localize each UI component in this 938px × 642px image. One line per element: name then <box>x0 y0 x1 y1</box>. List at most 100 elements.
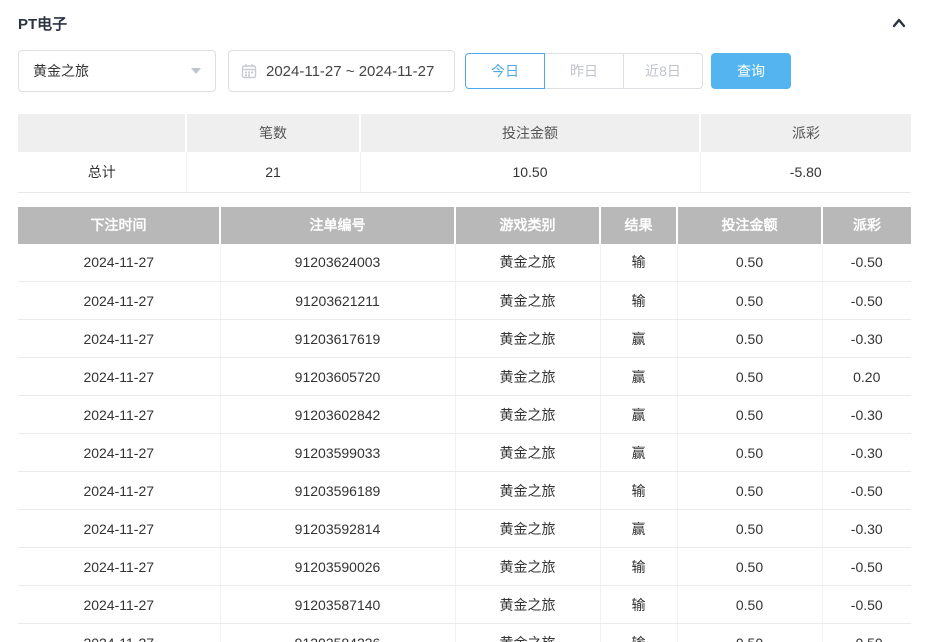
cell-result: 输 <box>600 585 678 624</box>
cell-bet: 0.50 <box>677 357 823 396</box>
quick-date-button-group: 今日 昨日 近8日 <box>465 53 703 89</box>
table-row: 2024-11-27 91203599033 黄金之旅赢 0.50 -0.30 <box>18 433 911 472</box>
cell-order-no: 91203624003 <box>220 243 456 282</box>
game-select[interactable]: 黄金之旅 <box>18 50 216 92</box>
quick-date-button[interactable]: 今日 <box>465 53 545 89</box>
summary-table: 笔数 投注金额 派彩 总计 21 10.50 -5.80 <box>18 114 911 193</box>
cell-bet: 0.50 <box>677 509 823 548</box>
cell-date: 2024-11-27 <box>18 243 221 282</box>
report-panel: PT电子 黄金之旅 2024-11-27 ~ 2024-11-27 今日 昨日 … <box>0 0 938 642</box>
chevron-down-icon <box>191 68 201 74</box>
date-range-value: 2024-11-27 ~ 2024-11-27 <box>266 62 435 80</box>
cell-game: 黄金之旅 <box>455 471 601 510</box>
quick-date-button[interactable]: 近8日 <box>623 53 703 89</box>
cell-payout: -0.50 <box>822 243 911 282</box>
cell-game: 黄金之旅 <box>455 319 601 358</box>
summary-column-header: 派彩 <box>700 114 911 152</box>
cell-date: 2024-11-27 <box>18 395 221 434</box>
cell-order-no: 91203605720 <box>220 357 456 396</box>
cell-result: 输 <box>600 281 678 320</box>
summary-header-row: 笔数 投注金额 派彩 <box>18 114 911 152</box>
cell-date: 2024-11-27 <box>18 319 221 358</box>
cell-bet: 0.50 <box>677 585 823 624</box>
cell-order-no: 91203587140 <box>220 585 456 624</box>
cell-payout: -0.50 <box>822 623 911 642</box>
table-row: 2024-11-2791203584236黄金之旅输0.50-0.50 <box>18 623 911 642</box>
table-row: 2024-11-27 91203621211 黄金之旅输 0.50 -0.50 <box>18 281 911 320</box>
panel-header: PT电子 <box>18 10 911 36</box>
cell-order-no: 91203592814 <box>220 509 456 548</box>
table-row: 2024-11-27 91203587140 黄金之旅输 0.50 -0.50 <box>18 585 911 624</box>
records-column-header: 结果 <box>600 206 678 244</box>
quick-date-button[interactable]: 昨日 <box>544 53 624 89</box>
cell-date: 2024-11-27 <box>18 509 221 548</box>
cell-game: 黄金之旅 <box>455 547 601 586</box>
summary-payout-value: -5.80 <box>700 152 911 193</box>
records-body: 2024-11-27 91203624003 黄金之旅输 0.50 -0.50 2024-… <box>18 243 911 642</box>
table-row: 2024-11-27 91203617619 黄金之旅赢 0.50 -0.30 <box>18 319 911 358</box>
cell-game: 黄金之旅 <box>455 509 601 548</box>
chevron-up-icon <box>892 18 906 28</box>
cell-result: 输 <box>600 623 678 642</box>
cell-game: 黄金之旅 <box>455 243 601 282</box>
filter-bar: 黄金之旅 2024-11-27 ~ 2024-11-27 今日 昨日 近8日 查… <box>18 50 911 92</box>
records-column-header: 派彩 <box>822 206 911 244</box>
summary-column-header: 投注金额 <box>360 114 701 152</box>
cell-order-no: 91203621211 <box>220 281 456 320</box>
cell-order-no: 91203590026 <box>220 547 456 586</box>
collapse-panel-button[interactable] <box>887 11 911 35</box>
calendar-icon <box>241 63 257 79</box>
cell-bet: 0.50 <box>677 243 823 282</box>
cell-game: 黄金之旅 <box>455 281 601 320</box>
cell-date: 2024-11-27 <box>18 623 221 642</box>
summary-total-row: 总计 21 10.50 -5.80 <box>18 152 911 193</box>
cell-payout: -0.50 <box>822 281 911 320</box>
records-header-row: 下注时间 注单编号 游戏类别 结果 投注金额 派彩 <box>18 206 911 244</box>
cell-payout: -0.50 <box>822 585 911 624</box>
cell-bet: 0.50 <box>677 433 823 472</box>
cell-order-no: 91203602842 <box>220 395 456 434</box>
cell-bet: 0.50 <box>677 471 823 510</box>
cell-order-no: 91203617619 <box>220 319 456 358</box>
cell-bet: 0.50 <box>677 281 823 320</box>
game-select-value: 黄金之旅 <box>33 63 89 79</box>
cell-date: 2024-11-27 <box>18 547 221 586</box>
cell-game: 黄金之旅 <box>455 433 601 472</box>
cell-result: 赢 <box>600 433 678 472</box>
cell-payout: 0.20 <box>822 357 911 396</box>
table-row: 2024-11-27 91203592814 黄金之旅赢 0.50 -0.30 <box>18 509 911 548</box>
table-row: 2024-11-27 91203624003 黄金之旅输 0.50 -0.50 <box>18 243 911 282</box>
records-column-header: 注单编号 <box>220 206 456 244</box>
cell-payout: -0.30 <box>822 319 911 358</box>
records-column-header: 游戏类别 <box>455 206 601 244</box>
page-title: PT电子 <box>18 15 68 33</box>
date-range-input[interactable]: 2024-11-27 ~ 2024-11-27 <box>228 50 455 92</box>
cell-result: 赢 <box>600 509 678 548</box>
cell-bet: 0.50 <box>677 395 823 434</box>
table-row: 2024-11-27 91203590026 黄金之旅输 0.50 -0.50 <box>18 547 911 586</box>
cell-result: 输 <box>600 547 678 586</box>
records-column-header: 下注时间 <box>18 206 221 244</box>
cell-date: 2024-11-27 <box>18 281 221 320</box>
cell-payout: -0.30 <box>822 395 911 434</box>
cell-game: 黄金之旅 <box>455 395 601 434</box>
cell-result: 赢 <box>600 395 678 434</box>
cell-payout: -0.50 <box>822 471 911 510</box>
bet-records-table: 下注时间 注单编号 游戏类别 结果 投注金额 派彩 2024-11-27 912036240… <box>18 206 911 642</box>
cell-bet: 0.50 <box>677 547 823 586</box>
summary-column-header: 笔数 <box>186 114 361 152</box>
cell-payout: -0.30 <box>822 433 911 472</box>
query-button[interactable]: 查询 <box>711 53 791 89</box>
cell-game: 黄金之旅 <box>455 357 601 396</box>
cell-date: 2024-11-27 <box>18 471 221 510</box>
table-row: 2024-11-27 91203596189 黄金之旅输 0.50 -0.50 <box>18 471 911 510</box>
summary-count-value: 21 <box>186 152 361 193</box>
cell-result: 输 <box>600 471 678 510</box>
records-column-header: 投注金额 <box>677 206 823 244</box>
cell-game: 黄金之旅 <box>455 623 601 642</box>
summary-bet-amount-value: 10.50 <box>360 152 701 193</box>
cell-date: 2024-11-27 <box>18 433 221 472</box>
cell-order-no: 91203599033 <box>220 433 456 472</box>
cell-date: 2024-11-27 <box>18 585 221 624</box>
cell-payout: -0.50 <box>822 547 911 586</box>
